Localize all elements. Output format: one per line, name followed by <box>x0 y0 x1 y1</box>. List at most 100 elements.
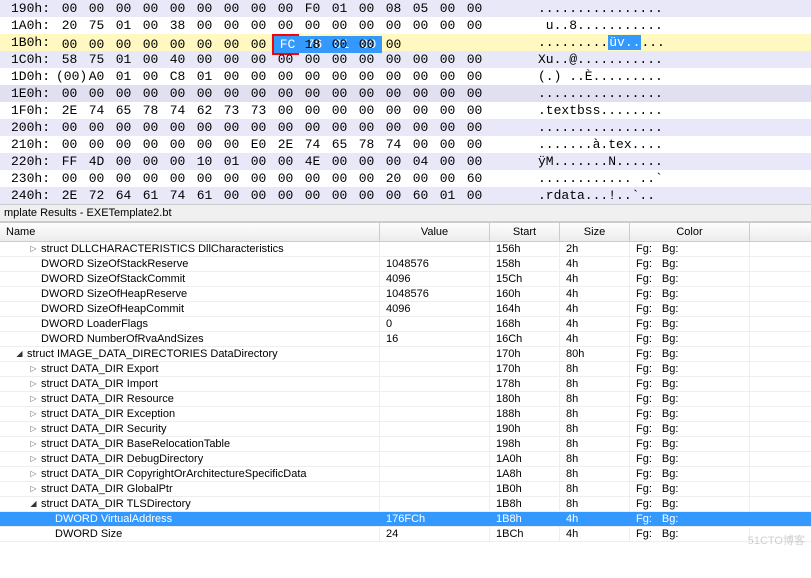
tree-row[interactable]: DWORD Size241BCh4hFg:Bg: <box>0 527 811 542</box>
tree-row[interactable]: struct DLLCHARACTERISTICS DllCharacteris… <box>0 242 811 257</box>
node-name: struct DATA_DIR DebugDirectory <box>41 452 203 466</box>
col-color-header[interactable]: Color <box>630 223 750 241</box>
expand-icon[interactable] <box>28 424 39 435</box>
expand-icon[interactable] <box>28 499 39 510</box>
hex-row[interactable]: 1F0h:2E746578746273730000000000000000 .te… <box>0 102 811 119</box>
expand-icon[interactable] <box>28 244 39 255</box>
ascii: ............ ..` <box>538 170 811 187</box>
hex-row[interactable]: 240h:2E726461746100000000000000600100.rd… <box>0 187 811 204</box>
ascii: .rdata...!..`.. <box>538 187 811 204</box>
node-name: struct IMAGE_DATA_DIRECTORIES DataDirect… <box>27 347 278 361</box>
hex-row[interactable]: 1D0h:(00)A00100C80100000000000000000000 (… <box>0 68 811 85</box>
hex-bytes[interactable]: 58750100400000000000000000000000 <box>56 51 526 68</box>
hex-row[interactable]: 1C0h:58750100400000000000000000000000 Xu.… <box>0 51 811 68</box>
offset: 1A0h: <box>0 17 56 34</box>
hex-row[interactable]: 210h:00000000000000E02E74657874000000...… <box>0 136 811 153</box>
hex-row[interactable]: 1A0h:20750100380000000000000000000000 u.… <box>0 17 811 34</box>
tree-row[interactable]: DWORD SizeOfStackCommit409615Ch4hFg:Bg: <box>0 272 811 287</box>
node-name: struct DATA_DIR Import <box>41 377 158 391</box>
ascii: ................ <box>538 85 811 102</box>
offset: 190h: <box>0 0 56 17</box>
tree-row[interactable]: struct DATA_DIR Export170h8hFg:Bg: <box>0 362 811 377</box>
expand-icon[interactable] <box>28 409 39 420</box>
tree-row[interactable]: DWORD VirtualAddress176FCh1B8h4hFg:Bg: <box>0 512 811 527</box>
hex-bytes[interactable]: (00)A00100C80100000000000000000000 <box>56 68 526 85</box>
hex-row[interactable]: 1B0h:0000000000000000FC76010018000000...… <box>0 34 811 51</box>
expand-icon[interactable] <box>28 454 39 465</box>
hex-bytes[interactable]: 0000000000000000FC76010018000000 <box>56 34 526 51</box>
ascii: u..8........... <box>538 17 811 34</box>
node-name: struct DLLCHARACTERISTICS DllCharacteris… <box>41 242 284 256</box>
offset: 1E0h: <box>0 85 56 102</box>
hex-bytes[interactable]: 2E726461746100000000000000600100 <box>56 187 526 204</box>
col-value-header[interactable]: Value <box>380 223 490 241</box>
hex-bytes[interactable]: FF4D000000100100004E000000040000 <box>56 153 526 170</box>
tree-row[interactable]: struct DATA_DIR TLSDirectory1B8h8hFg:Bg: <box>0 497 811 512</box>
tree-row[interactable]: DWORD SizeOfStackReserve1048576158h4hFg:… <box>0 257 811 272</box>
hex-bytes[interactable]: 00000000000000E02E74657874000000 <box>56 136 526 153</box>
col-name-header[interactable]: Name <box>0 223 380 241</box>
node-name: struct DATA_DIR BaseRelocationTable <box>41 437 230 451</box>
ascii: Xu..@........... <box>538 51 811 68</box>
hex-bytes[interactable]: 000000000000000000F0010008050000 <box>56 0 526 17</box>
tree-header: Name Value Start Size Color <box>0 223 811 242</box>
offset: 1F0h: <box>0 102 56 119</box>
tree-row[interactable]: struct DATA_DIR Security190h8hFg:Bg: <box>0 422 811 437</box>
tree-row[interactable]: struct DATA_DIR Exception188h8hFg:Bg: <box>0 407 811 422</box>
expand-icon[interactable] <box>28 469 39 480</box>
expand-icon <box>28 274 39 285</box>
node-name: DWORD LoaderFlags <box>41 317 148 331</box>
expand-icon[interactable] <box>28 439 39 450</box>
ascii: .textbss........ <box>538 102 811 119</box>
tree-row[interactable]: struct DATA_DIR BaseRelocationTable198h8… <box>0 437 811 452</box>
hex-bytes[interactable]: 2E746578746273730000000000000000 <box>56 102 526 119</box>
node-name: struct DATA_DIR CopyrightOrArchitectureS… <box>41 467 307 481</box>
node-name: struct DATA_DIR GlobalPtr <box>41 482 173 496</box>
hex-bytes[interactable]: 00000000000000000000000000000000 <box>56 119 526 136</box>
tree-row[interactable]: struct DATA_DIR GlobalPtr1B0h8hFg:Bg: <box>0 482 811 497</box>
offset: 210h: <box>0 136 56 153</box>
tree-row[interactable]: struct IMAGE_DATA_DIRECTORIES DataDirect… <box>0 347 811 362</box>
tree-row[interactable]: DWORD LoaderFlags0168h4hFg:Bg: <box>0 317 811 332</box>
expand-icon[interactable] <box>28 364 39 375</box>
tree-row[interactable]: struct DATA_DIR Import178h8hFg:Bg: <box>0 377 811 392</box>
ascii: ................ <box>538 119 811 136</box>
ascii: ................ <box>538 0 811 17</box>
tree-row[interactable]: DWORD SizeOfHeapReserve1048576160h4hFg:B… <box>0 287 811 302</box>
offset: 1C0h: <box>0 51 56 68</box>
tree-row[interactable]: DWORD NumberOfRvaAndSizes1616Ch4hFg:Bg: <box>0 332 811 347</box>
expand-icon[interactable] <box>28 484 39 495</box>
expand-icon[interactable] <box>28 379 39 390</box>
hex-bytes[interactable]: 00000000000000000000000000000000 <box>56 85 526 102</box>
expand-icon <box>42 514 53 525</box>
node-name: DWORD NumberOfRvaAndSizes <box>41 332 204 346</box>
hex-bytes[interactable]: 20750100380000000000000000000000 <box>56 17 526 34</box>
hex-bytes[interactable]: 00000000000000000000000020000060 <box>56 170 526 187</box>
offset: 230h: <box>0 170 56 187</box>
col-start-header[interactable]: Start <box>490 223 560 241</box>
col-size-header[interactable]: Size <box>560 223 630 241</box>
node-name: struct DATA_DIR Security <box>41 422 167 436</box>
template-results-tree[interactable]: Name Value Start Size Color struct DLLCH… <box>0 222 811 542</box>
node-name: DWORD SizeOfStackCommit <box>41 272 185 286</box>
tree-row[interactable]: struct DATA_DIR DebugDirectory1A0h8hFg:B… <box>0 452 811 467</box>
tree-row[interactable]: DWORD SizeOfHeapCommit4096164h4hFg:Bg: <box>0 302 811 317</box>
expand-icon[interactable] <box>28 394 39 405</box>
node-name: struct DATA_DIR Exception <box>41 407 175 421</box>
offset: 1B0h: <box>0 34 56 51</box>
offset: 200h: <box>0 119 56 136</box>
ascii: (.) ..È......... <box>538 68 811 85</box>
hex-row[interactable]: 220h:FF4D000000100100004E000000040000ÿM.… <box>0 153 811 170</box>
offset: 1D0h: <box>0 68 56 85</box>
hex-row[interactable]: 200h:00000000000000000000000000000000...… <box>0 119 811 136</box>
hex-row[interactable]: 1E0h:00000000000000000000000000000000...… <box>0 85 811 102</box>
tree-row[interactable]: struct DATA_DIR CopyrightOrArchitectureS… <box>0 467 811 482</box>
ascii: ÿM.......N...... <box>538 153 811 170</box>
expand-icon[interactable] <box>14 349 25 360</box>
tree-row[interactable]: struct DATA_DIR Resource180h8hFg:Bg: <box>0 392 811 407</box>
node-name: DWORD SizeOfStackReserve <box>41 257 188 271</box>
hex-editor[interactable]: 190h:000000000000000000F0010008050000...… <box>0 0 811 204</box>
hex-row[interactable]: 230h:00000000000000000000000020000060...… <box>0 170 811 187</box>
node-name: struct DATA_DIR Resource <box>41 392 174 406</box>
hex-row[interactable]: 190h:000000000000000000F0010008050000...… <box>0 0 811 17</box>
